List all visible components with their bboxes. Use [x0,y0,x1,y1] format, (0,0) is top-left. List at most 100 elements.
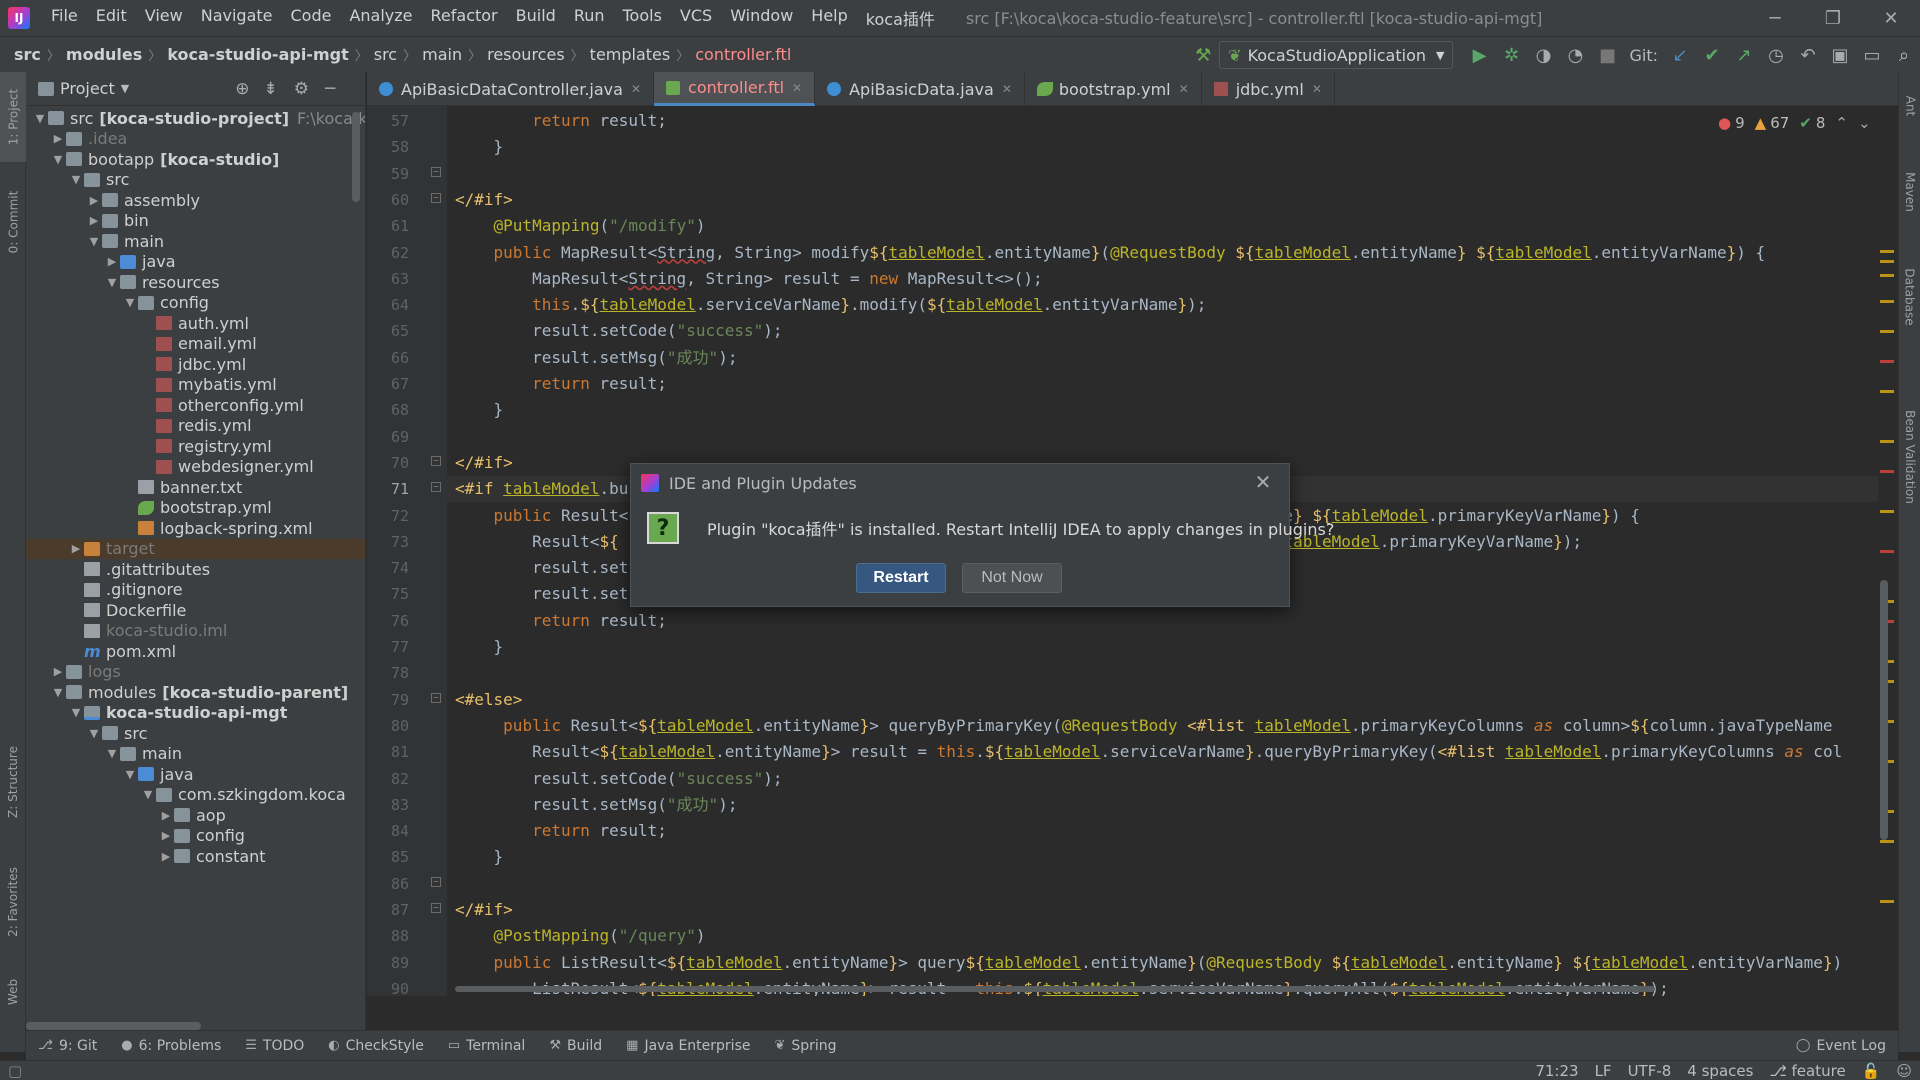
code-line[interactable]: @PutMapping("/modify") [455,213,706,239]
error-marker[interactable] [1880,470,1894,473]
scroll-thumb[interactable] [455,986,1655,992]
warning-marker[interactable] [1880,330,1894,333]
tree-node[interactable]: bootstrap.yml [26,498,365,519]
tree-node[interactable]: ▼ bootapp [koca-studio] [26,149,365,170]
tree-node[interactable]: jdbc.yml [26,354,365,375]
line-separator[interactable]: LF [1587,1062,1620,1080]
tree-node[interactable]: ▼ resources [26,272,365,293]
editor-tab[interactable]: bootstrap.yml ✕ [1025,72,1202,106]
close-window-icon[interactable]: ✕ [1862,0,1920,36]
chevron-right-icon[interactable]: ▶ [50,665,66,678]
menu-run[interactable]: Run [565,6,614,30]
breadcrumb-item[interactable]: main [418,45,466,64]
close-icon[interactable]: ✕ [1251,470,1275,494]
code-line[interactable]: </#if> [455,897,513,923]
code-line[interactable]: result.setCode("success"); [455,766,782,792]
chevron-down-icon[interactable]: ▼ [68,706,84,719]
menu-refactor[interactable]: Refactor [422,6,507,30]
tree-node[interactable]: ▼ src [26,170,365,191]
editor-vertical-scrollbar[interactable] [1880,580,1888,840]
chevron-down-icon[interactable]: ▼ [50,153,66,166]
tab-ant[interactable]: Ant [1899,76,1920,136]
breadcrumb-item[interactable]: resources [483,45,569,64]
code-line[interactable]: public MapResult<String, String> modify$… [455,240,1766,266]
show-tool-windows-icon[interactable]: ▢ [0,1062,30,1080]
fold-icon[interactable]: − [431,482,441,493]
code-line[interactable]: @PostMapping("/query") [455,923,706,949]
chevron-down-icon[interactable]: ▼ [32,112,48,125]
warning-marker[interactable] [1880,300,1894,303]
tree-node[interactable]: ▼ com.szkingdom.koca [26,785,365,806]
git-branch[interactable]: ⎇ feature [1761,1062,1853,1080]
stop-icon[interactable]: ■ [1591,39,1623,71]
code-line[interactable]: MapResult<String, String> result = new M… [455,266,1043,292]
tree-node[interactable]: ▶ java [26,252,365,273]
breadcrumb-item[interactable]: templates [586,45,675,64]
fold-icon[interactable]: − [431,903,441,913]
tree-vertical-scrollbar[interactable] [352,112,360,202]
tree-node[interactable]: registry.yml [26,436,365,457]
run-icon[interactable]: ▶ [1463,39,1495,71]
code-line[interactable]: result.set [455,581,628,607]
editor-tab[interactable]: controller.ftl ✕ [654,72,816,106]
hide-panel-icon[interactable]: ─ [325,79,335,99]
chevron-down-icon[interactable]: ▼ [121,82,129,95]
code-line[interactable]: } [455,134,504,160]
close-tab-icon[interactable]: ✕ [1179,82,1189,96]
chevron-down-icon[interactable]: ▼ [68,173,84,186]
editor-tab[interactable]: ApiBasicData.java ✕ [815,72,1025,106]
prev-highlight-icon[interactable]: ⌃ [1835,114,1848,132]
tree-node[interactable]: ▶ bin [26,211,365,232]
tool-window-todo[interactable]: ☰ TODO [233,1038,316,1054]
tree-node[interactable]: ▶ assembly [26,190,365,211]
close-tab-icon[interactable]: ✕ [792,81,802,95]
tool-window-checkstyle[interactable]: ◐ CheckStyle [316,1038,436,1054]
close-tab-icon[interactable]: ✕ [631,82,641,96]
menu-build[interactable]: Build [507,6,565,30]
fold-icon[interactable]: − [431,692,441,703]
tree-node[interactable]: banner.txt [26,477,365,498]
tree-node[interactable]: mybatis.yml [26,375,365,396]
tree-node[interactable]: otherconfig.yml [26,395,365,416]
tab-database[interactable]: Database [1899,242,1920,352]
tree-node[interactable]: auth.yml [26,313,365,334]
tab-web[interactable]: Web [0,962,26,1022]
not-now-button[interactable]: Not Now [962,563,1062,593]
menu-tools[interactable]: Tools [614,6,671,30]
code-line[interactable]: result.setCode("success"); [455,318,782,344]
rollback-icon[interactable]: ↶ [1792,39,1824,71]
run-configuration-select[interactable]: ❦ KocaStudioApplication ▼ [1219,41,1454,69]
code-line[interactable]: return result; [455,608,667,634]
tool-window-build[interactable]: ⚒ Build [537,1038,614,1054]
error-marker[interactable] [1880,550,1894,553]
tab-favorites[interactable]: 2: Favorites [0,852,26,952]
restart-button[interactable]: Restart [856,563,946,593]
tree-node[interactable]: ▼ koca-studio-api-mgt [26,703,365,724]
warning-marker[interactable] [1880,840,1894,843]
collapse-all-icon[interactable]: ⇟ [263,79,277,99]
code-line[interactable]: result.set [455,555,628,581]
chevron-right-icon[interactable]: ▶ [86,194,102,207]
close-tab-icon[interactable]: ✕ [1002,82,1012,96]
git-push-icon[interactable]: ↗ [1728,39,1760,71]
tree-node[interactable]: ▼ main [26,231,365,252]
menu-koca[interactable]: koca插件 [857,6,944,30]
tree-node[interactable]: email.yml [26,334,365,355]
menu-window[interactable]: Window [721,6,802,30]
menu-help[interactable]: Help [802,6,856,30]
code-line[interactable]: } [455,397,504,423]
menu-navigate[interactable]: Navigate [192,6,282,30]
chevron-down-icon[interactable]: ▼ [50,686,66,699]
tree-node[interactable]: ▶ config [26,826,365,847]
code-line[interactable]: Result<${tableModel.entityName}> result … [455,739,1842,765]
code-line[interactable]: result.setMsg("成功"); [455,345,737,371]
chevron-down-icon[interactable]: ▼ [140,788,156,801]
tree-node[interactable]: ▶ aop [26,805,365,826]
tool-window-9-git[interactable]: ⎇ 9: Git [26,1038,109,1054]
code-line[interactable]: result.setMsg("成功"); [455,792,737,818]
fold-icon[interactable]: − [431,192,441,203]
tree-node[interactable]: Dockerfile [26,600,365,621]
editor-horizontal-scrollbar[interactable] [447,983,1878,995]
chevron-right-icon[interactable]: ▶ [158,809,174,822]
fold-icon[interactable]: − [431,876,441,887]
